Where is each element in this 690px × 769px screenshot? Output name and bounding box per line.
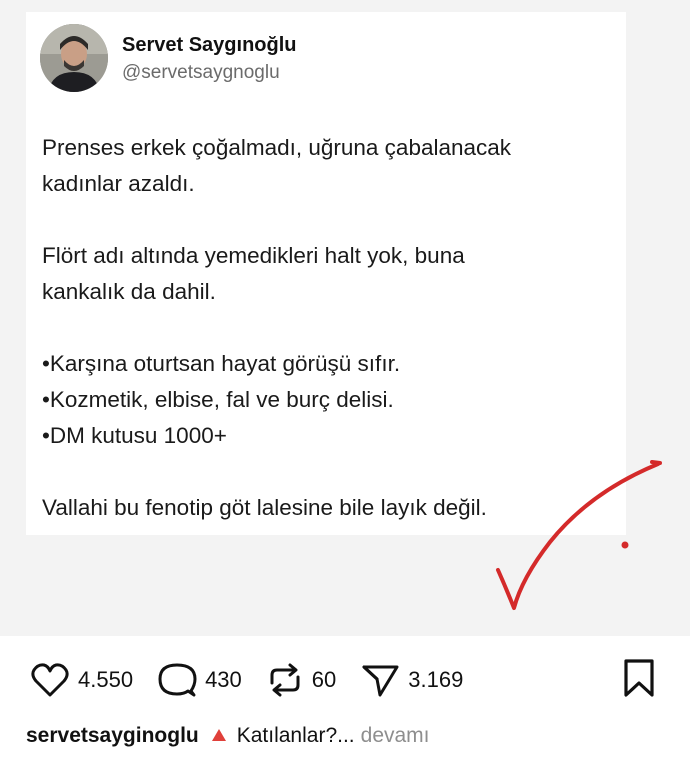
caption-text: Katılanlar?... xyxy=(236,724,355,747)
tweet-line: •DM kutusu 1000+ xyxy=(42,423,227,448)
red-checkmark-drawing xyxy=(496,460,662,610)
heart-icon xyxy=(31,663,69,697)
caption-username[interactable]: servetsayginoglu xyxy=(26,724,199,748)
repost-button[interactable]: 60 xyxy=(266,661,336,699)
tweet-line: kankalık da dahil. xyxy=(42,279,216,304)
comment-icon xyxy=(158,663,197,697)
bookmark-icon[interactable] xyxy=(622,658,656,698)
avatar[interactable] xyxy=(40,24,108,92)
red-triangle-emoji-icon xyxy=(211,724,227,748)
action-bar: 4.550 430 60 3.169 xyxy=(30,656,487,704)
author-name[interactable]: Servet Saygınoğlu xyxy=(122,34,297,57)
tweet-line: kadınlar azaldı. xyxy=(42,171,195,196)
repost-icon xyxy=(270,663,300,697)
tweet-line: •Kozmetik, elbise, fal ve burç delisi. xyxy=(42,387,394,412)
like-button[interactable]: 4.550 xyxy=(30,662,133,698)
share-icon xyxy=(362,665,399,697)
more-link[interactable]: devamı xyxy=(361,724,430,748)
post-caption: servetsayginoglu Katılanlar?... devamı xyxy=(26,724,430,748)
tweet-line: Prenses erkek çoğalmadı, uğruna çabalana… xyxy=(42,135,512,160)
comment-count: 430 xyxy=(205,667,242,692)
comment-button[interactable]: 430 xyxy=(157,661,242,699)
author-handle[interactable]: @servetsaygnoglu xyxy=(122,62,280,84)
tweet-line: Flört adı altında yemedikleri halt yok, … xyxy=(42,243,465,268)
like-count: 4.550 xyxy=(78,667,134,692)
tweet-line: •Karşına oturtsan hayat görüşü sıfır. xyxy=(42,351,401,376)
share-count: 3.169 xyxy=(408,667,464,692)
share-button[interactable]: 3.169 xyxy=(360,661,463,699)
repost-count: 60 xyxy=(311,667,337,692)
